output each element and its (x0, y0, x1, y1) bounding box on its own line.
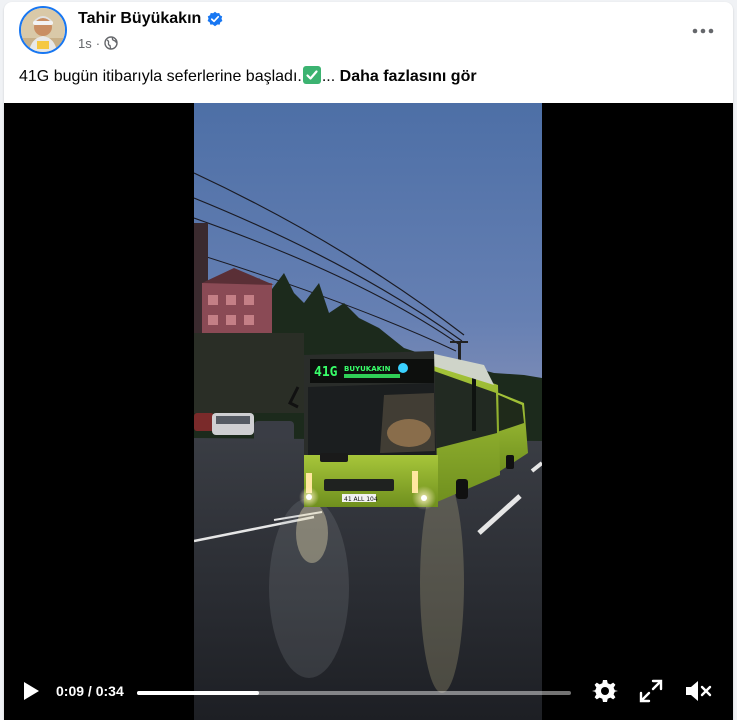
video-time: 0:09 / 0:34 (56, 683, 124, 699)
check-mark-button-emoji (302, 66, 321, 84)
author-line: Tahir Büyükakın (78, 8, 223, 30)
settings-button[interactable] (590, 678, 620, 708)
current-time: 0:09 (56, 683, 85, 699)
play-icon (22, 681, 40, 706)
progress-bar[interactable] (137, 691, 571, 695)
post-text: 41G bugün itibarıyla seferlerine başladı… (19, 66, 718, 88)
play-button[interactable] (18, 680, 44, 706)
more-options-icon (692, 21, 714, 39)
more-options-button[interactable] (685, 12, 721, 48)
see-more-link[interactable]: Daha fazlasını gör (340, 68, 477, 85)
svg-text:41 ALL 104: 41 ALL 104 (344, 496, 378, 503)
ellipsis: ... (321, 68, 336, 85)
post-body-text: 41G bugün itibarıyla seferlerine başladı… (19, 68, 302, 85)
verified-badge-icon (207, 11, 223, 27)
video-controls: 0:09 / 0:34 (4, 664, 733, 720)
time-separator: / (84, 683, 96, 699)
author-name[interactable]: Tahir Büyükakın (78, 10, 201, 28)
mute-icon (684, 679, 712, 708)
globe-icon[interactable] (104, 36, 118, 50)
fullscreen-button[interactable] (636, 678, 666, 708)
bus-scene-image: 41G BUYUKAKIN 41 ALL 104 (194, 103, 542, 720)
bus-sign-text: BUYUKAKIN (344, 365, 391, 373)
duration: 0:34 (95, 683, 124, 699)
fullscreen-icon (639, 679, 663, 708)
post-card: Tahir Büyükakın 1s · 41G bugün itibarıyl… (4, 2, 733, 720)
video-player[interactable]: 41G BUYUKAKIN 41 ALL 104 0:09 / 0:34 (4, 103, 733, 720)
bus-sign-route: 41G (314, 365, 338, 380)
post-header: Tahir Büyükakın 1s · (4, 2, 733, 62)
meta-separator: · (95, 35, 101, 51)
post-meta: 1s · (78, 34, 118, 52)
mute-button[interactable] (683, 678, 713, 708)
video-frame[interactable]: 41G BUYUKAKIN 41 ALL 104 (194, 103, 542, 720)
settings-icon (592, 678, 618, 709)
post-time[interactable]: 1s (78, 36, 92, 51)
author-avatar[interactable] (19, 6, 67, 54)
progress-fill (137, 691, 259, 695)
